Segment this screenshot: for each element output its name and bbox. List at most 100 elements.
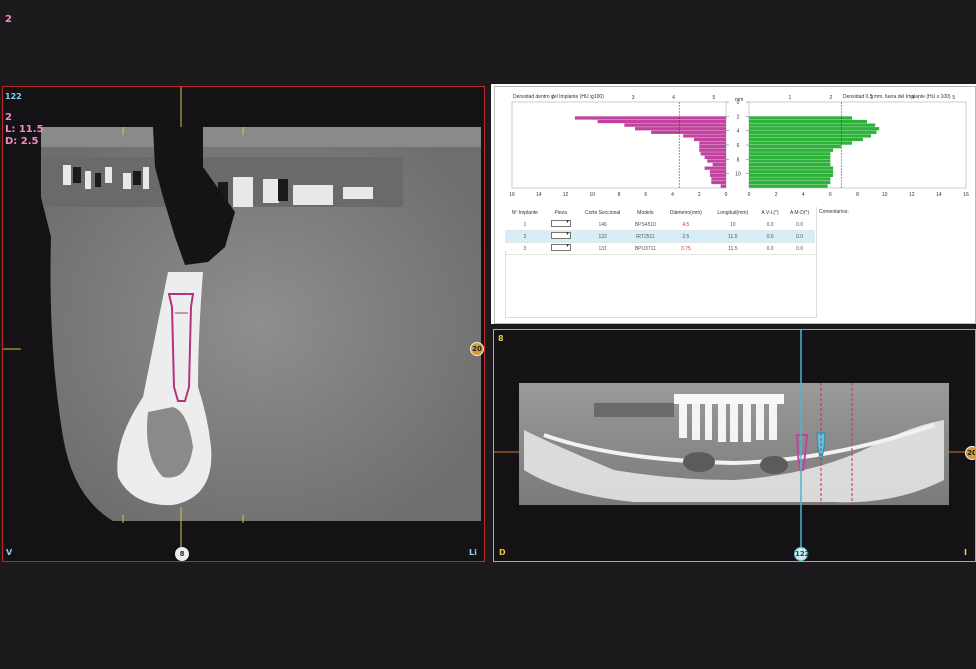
mm-tick: 10 (735, 172, 741, 178)
cell-longitud: 11.5 (709, 230, 756, 243)
inside-density-bar (707, 159, 726, 163)
inside-density-bar (700, 152, 726, 156)
cell-corte: 146 (576, 219, 629, 231)
outside-top-tick: 2 (829, 95, 832, 101)
inside-density-bar (699, 148, 726, 152)
pieza-dropdown[interactable] (550, 219, 571, 227)
inside-density-bar (624, 123, 726, 127)
outside-density-bar (749, 141, 853, 145)
mm-tick: 8 (737, 157, 740, 163)
inside-density-bar (635, 127, 726, 131)
col-modelo: Modelo (637, 210, 654, 216)
inside-density-bar (574, 116, 726, 120)
col-diametro: Diámetro(mm) (669, 210, 702, 216)
outside-top-tick: 1 (789, 95, 792, 101)
mm-axis-unit: mm (735, 97, 744, 103)
inside-density-bar (709, 170, 726, 174)
cell-diametro: 2.5 (662, 230, 710, 243)
outside-bottom-tick: 6 (829, 192, 832, 198)
implant-length-label: L: 11.5 (5, 124, 44, 135)
panoramic-view-panel[interactable]: 8 D I 122 20 (493, 329, 976, 562)
outside-bottom-tick: 0 (748, 192, 751, 198)
outside-top-tick: 5 (952, 95, 955, 101)
outside-bottom-tick: 4 (802, 192, 805, 198)
col-amd: A M-D(°) (789, 210, 810, 216)
mm-tick: 4 (737, 129, 740, 135)
outside-density-title: Densidad 0.5 mm. fuera del Implante (HU … (843, 94, 951, 100)
panoramic-slice-label: 8 (498, 334, 504, 343)
inside-density-bar (711, 177, 726, 181)
panoramic-bottom-marker[interactable]: 122 (794, 547, 810, 561)
bottom-slice-marker[interactable]: 8 (175, 547, 189, 561)
panoramic-image[interactable] (494, 330, 975, 561)
inside-density-bar (711, 180, 726, 185)
slice-number-label: 122 (5, 92, 22, 101)
outside-density-bar (749, 127, 880, 131)
col-avl: A V-L(°) (761, 210, 779, 216)
pieza-dropdown[interactable] (550, 243, 571, 251)
inside-density-chart: 16 14 12 10 8 6 4 2 01 2 3 4 5 (509, 95, 727, 198)
outside-density-bar (749, 170, 834, 174)
outside-density-bar (749, 184, 828, 188)
inside-top-tick: 4 (672, 95, 675, 101)
mm-tick: 2 (737, 114, 740, 120)
cell-number: 2 (505, 230, 545, 243)
cell-pieza[interactable] (544, 230, 577, 243)
cell-amd: 0.0 (784, 230, 815, 243)
panoramic-orientation-right: I (964, 548, 967, 557)
cell-avl: 0.0 (755, 230, 785, 243)
cell-pieza[interactable] (544, 219, 577, 231)
outside-bottom-tick: 10 (882, 192, 888, 198)
implant-table: Nº Implante Pieza Corte Seccional Modelo… (505, 207, 815, 255)
right-slice-marker[interactable]: 20 (470, 342, 484, 356)
table-row[interactable]: 1 146 BPS4510 4.5 10 0.0 0.0 (505, 219, 815, 231)
outside-density-bar (749, 180, 831, 185)
table-empty-area (505, 251, 817, 318)
cell-diametro: 4.5 (662, 219, 710, 231)
outside-bottom-tick: 14 (936, 192, 942, 198)
comments-box[interactable] (816, 207, 975, 317)
inside-density-bar (651, 130, 726, 134)
inside-density-bar (699, 145, 726, 149)
implant-number-label: 2 (5, 112, 12, 123)
mm-tick: 6 (737, 143, 740, 149)
density-charts: 16 14 12 10 8 6 4 2 01 2 3 4 5 0 2 4 6 8 10 12 14 161 2 3 4 5 02… (509, 95, 969, 198)
panoramic-right-marker[interactable]: 20 (965, 446, 975, 460)
inside-top-tick: 3 (632, 95, 635, 101)
cell-longitud: 10 (709, 219, 756, 231)
outside-density-chart: 0 2 4 6 8 10 12 14 161 2 3 4 5 (748, 95, 969, 198)
top-left-label: 2 (5, 14, 12, 25)
outside-density-bar (749, 152, 831, 156)
outside-density-bar (749, 116, 853, 120)
left-view-panel[interactable]: 122 2 L: 11.5 D: 2.5 V Li 8 20 (2, 86, 485, 562)
inside-density-title: Densidad dentro del Implante (HU x 100) (513, 94, 604, 100)
inside-density-bar (704, 166, 726, 170)
outside-density-bar (749, 155, 831, 160)
outside-density-bar (749, 123, 876, 127)
inside-plot-frame (511, 101, 727, 189)
outside-density-bar (749, 173, 834, 177)
outside-density-bar (749, 148, 834, 152)
cell-avl: 0.0 (755, 219, 785, 231)
outside-density-bar (749, 159, 831, 163)
outside-density-bar (749, 137, 863, 142)
orientation-left-label: V (6, 548, 13, 557)
outside-density-bar (749, 166, 834, 170)
inside-bottom-tick: 16 (509, 192, 515, 198)
inside-density-bar (597, 119, 726, 124)
table-row[interactable]: 2 122 IRT2511 2.5 11.5 0.0 0.0 (505, 230, 815, 243)
cell-corte: 122 (576, 230, 629, 243)
pieza-dropdown[interactable] (550, 231, 571, 239)
orientation-right-label: Li (469, 548, 477, 557)
inside-bottom-tick: 4 (671, 192, 674, 198)
inside-bottom-tick: 6 (644, 192, 647, 198)
inside-density-bar (709, 173, 726, 177)
cross-section-image[interactable] (3, 87, 484, 561)
outside-density-bar (749, 134, 872, 138)
mm-axis: 0246810 (726, 100, 749, 178)
inside-density-bar (693, 137, 726, 142)
inside-density-bar (699, 141, 726, 145)
outside-density-bar (749, 145, 842, 149)
inside-bottom-tick: 0 (725, 192, 728, 198)
cell-modelo: BPS4510 (628, 219, 663, 231)
